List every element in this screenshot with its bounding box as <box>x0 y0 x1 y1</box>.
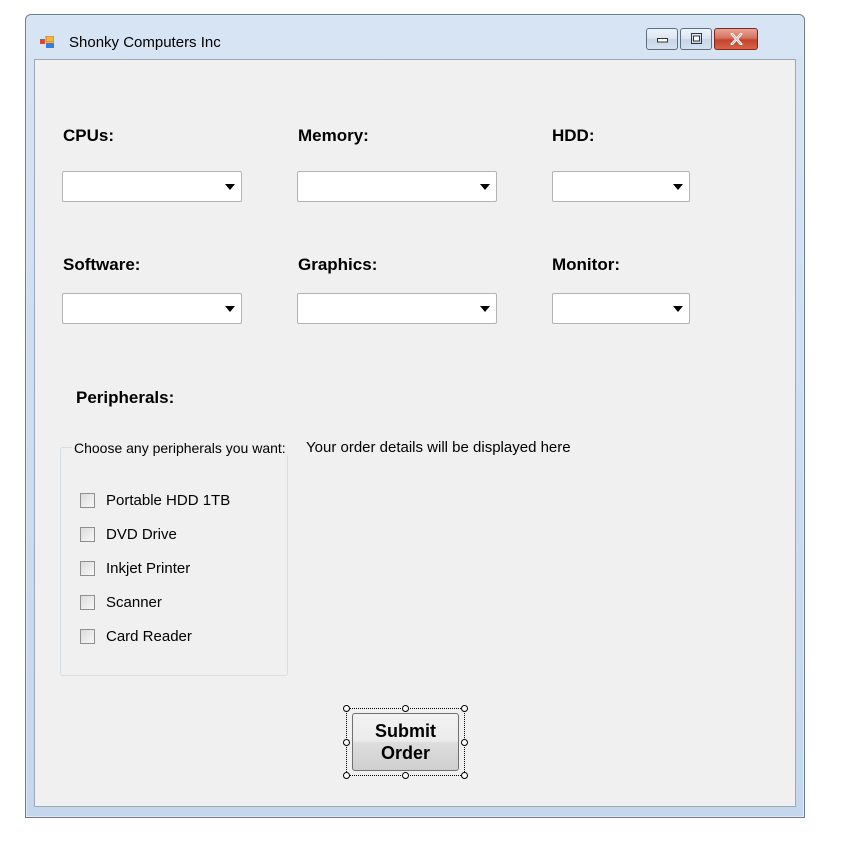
checkbox-label[interactable]: Inkjet Printer <box>106 560 190 577</box>
resize-handle[interactable] <box>343 705 350 712</box>
close-button[interactable] <box>714 28 758 50</box>
chevron-down-icon[interactable] <box>480 184 490 190</box>
maximize-button[interactable] <box>680 28 712 50</box>
peripherals-groupbox-caption: Choose any peripherals you want: <box>72 440 291 456</box>
hdd-combobox[interactable] <box>552 171 690 202</box>
checkbox-box[interactable] <box>80 527 95 542</box>
checkbox-label[interactable]: Scanner <box>106 594 162 611</box>
submit-order-button[interactable]: Submit Order <box>352 713 459 771</box>
maximize-icon <box>691 33 702 44</box>
resize-handle[interactable] <box>461 739 468 746</box>
minimize-icon <box>657 38 668 43</box>
software-label: Software: <box>63 255 141 274</box>
hdd-label: HDD: <box>552 126 595 145</box>
checkbox-label[interactable]: Portable HDD 1TB <box>106 492 230 509</box>
title-bar[interactable]: Shonky Computers Inc <box>26 15 804 59</box>
cpus-combobox[interactable] <box>62 171 242 202</box>
chevron-down-icon[interactable] <box>673 184 683 190</box>
resize-handle[interactable] <box>343 772 350 779</box>
close-icon <box>730 33 743 45</box>
resize-handle[interactable] <box>402 705 409 712</box>
checkbox-box[interactable] <box>80 629 95 644</box>
cpus-label: CPUs: <box>63 126 115 145</box>
peripherals-label: Peripherals: <box>76 388 175 407</box>
graphics-combobox[interactable] <box>297 293 497 324</box>
checkbox-box[interactable] <box>80 493 95 508</box>
order-details-label: Your order details will be displayed her… <box>306 439 571 456</box>
minimize-button[interactable] <box>646 28 678 50</box>
checkbox-box[interactable] <box>80 561 95 576</box>
resize-handle[interactable] <box>461 772 468 779</box>
resize-handle[interactable] <box>461 705 468 712</box>
windows-forms-app-icon <box>40 36 54 48</box>
checkbox-box[interactable] <box>80 595 95 610</box>
memory-combobox[interactable] <box>297 171 497 202</box>
checkbox-label[interactable]: Card Reader <box>106 628 192 645</box>
window-title: Shonky Computers Inc <box>69 34 221 51</box>
resize-handle[interactable] <box>343 739 350 746</box>
monitor-combobox[interactable] <box>552 293 690 324</box>
monitor-label: Monitor: <box>552 255 620 274</box>
memory-label: Memory: <box>298 126 369 145</box>
checkbox-label[interactable]: DVD Drive <box>106 526 177 543</box>
chevron-down-icon[interactable] <box>225 184 235 190</box>
chevron-down-icon[interactable] <box>225 306 235 312</box>
chevron-down-icon[interactable] <box>480 306 490 312</box>
software-combobox[interactable] <box>62 293 242 324</box>
app-window: Shonky Computers Inc <box>25 14 805 818</box>
resize-handle[interactable] <box>402 772 409 779</box>
chevron-down-icon[interactable] <box>673 306 683 312</box>
graphics-label: Graphics: <box>298 255 378 274</box>
